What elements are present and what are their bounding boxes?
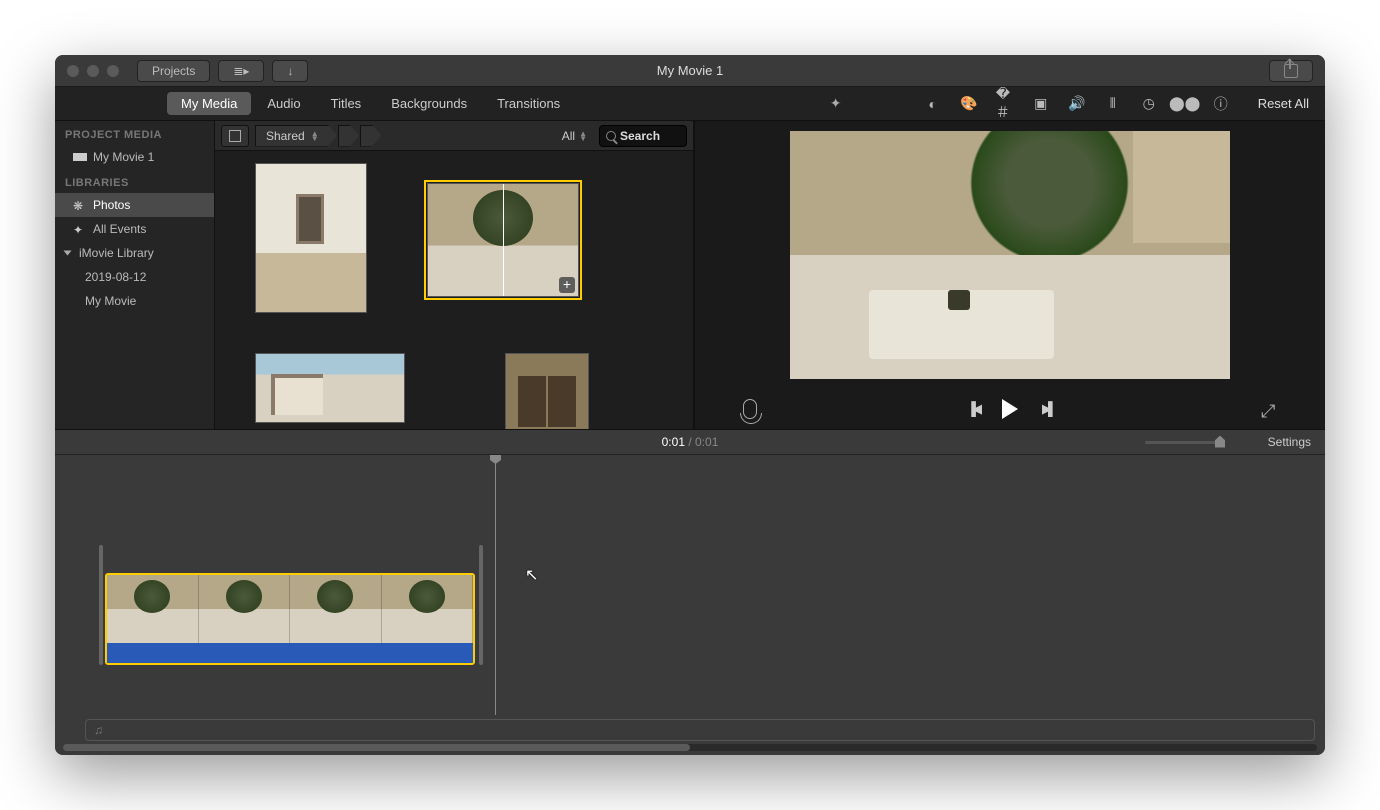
main-area: PROJECT MEDIA My Movie 1 LIBRARIES Photo… xyxy=(55,121,1325,429)
media-thumbnail-selected[interactable]: + xyxy=(427,183,579,297)
color-balance-icon[interactable]: ◐ xyxy=(924,95,942,113)
tab-audio[interactable]: Audio xyxy=(253,92,314,115)
playhead[interactable] xyxy=(495,455,496,715)
timeline-clip[interactable] xyxy=(105,573,475,665)
media-thumbnail[interactable] xyxy=(255,353,405,423)
clapper-icon xyxy=(73,153,87,161)
all-events-label: All Events xyxy=(93,222,146,236)
sidebar-item-my-movie[interactable]: My Movie xyxy=(55,289,214,313)
filter-label: All xyxy=(562,129,575,143)
timeline[interactable]: ↖ xyxy=(55,455,1325,755)
zoom-window-icon[interactable] xyxy=(107,65,119,77)
transport-controls xyxy=(695,389,1325,429)
window-controls xyxy=(67,65,119,77)
search-input[interactable]: Search xyxy=(599,125,687,147)
reset-all-button[interactable]: Reset All xyxy=(1258,96,1309,111)
zoom-slider[interactable] xyxy=(1145,441,1225,444)
time-duration: 0:01 xyxy=(695,435,718,449)
clip-trim-handle-right[interactable] xyxy=(479,545,483,665)
list-view-button[interactable]: ≣▸ xyxy=(218,60,264,82)
projects-button[interactable]: Projects xyxy=(137,60,210,82)
music-note-icon xyxy=(94,721,103,739)
thumbnail-grid: + xyxy=(215,151,693,429)
noise-reduction-icon[interactable]: ⦀ xyxy=(1104,95,1122,113)
mouse-cursor-icon: ↖ xyxy=(525,565,538,585)
enhance-icon[interactable] xyxy=(830,95,848,113)
media-tabs: My Media Audio Titles Backgrounds Transi… xyxy=(167,92,574,115)
sidebar: PROJECT MEDIA My Movie 1 LIBRARIES Photo… xyxy=(55,121,215,429)
timeline-bar: 0:01 / 0:01 Settings xyxy=(55,429,1325,455)
breadcrumb-label: Shared xyxy=(266,129,305,143)
tab-backgrounds[interactable]: Backgrounds xyxy=(377,92,481,115)
updown-icon: ▲▼ xyxy=(579,131,587,141)
settings-button[interactable]: Settings xyxy=(1268,435,1311,449)
titlebar: Projects ≣▸ ↓ My Movie 1 xyxy=(55,55,1325,87)
clip-audio-track[interactable] xyxy=(107,643,473,663)
color-correction-icon[interactable]: 🎨 xyxy=(960,95,978,113)
tab-my-media[interactable]: My Media xyxy=(167,92,251,115)
fullscreen-icon[interactable] xyxy=(1261,401,1277,417)
toolbar-row: My Media Audio Titles Backgrounds Transi… xyxy=(55,87,1325,121)
volume-icon[interactable]: 🔊 xyxy=(1068,95,1086,113)
left-pane: PROJECT MEDIA My Movie 1 LIBRARIES Photo… xyxy=(55,121,695,429)
share-button[interactable] xyxy=(1269,60,1313,82)
sidebar-item-event-date[interactable]: 2019-08-12 xyxy=(55,265,214,289)
tab-titles[interactable]: Titles xyxy=(317,92,376,115)
libraries-header: LIBRARIES xyxy=(55,169,214,193)
import-button[interactable]: ↓ xyxy=(272,60,308,82)
previous-button[interactable] xyxy=(967,400,978,418)
minimize-window-icon[interactable] xyxy=(87,65,99,77)
preview-image xyxy=(790,131,1230,379)
breadcrumb-next[interactable] xyxy=(338,125,360,147)
breadcrumb-next-2[interactable] xyxy=(360,125,382,147)
viewer-pane xyxy=(695,121,1325,429)
voiceover-icon[interactable] xyxy=(743,399,757,419)
photos-label: Photos xyxy=(93,198,130,212)
filters-icon[interactable]: ⬤⬤ xyxy=(1176,95,1194,113)
browser-bar: Shared ▲▼ All ▲▼ Search xyxy=(215,121,693,151)
background-audio-track[interactable] xyxy=(85,719,1315,741)
media-browser: Shared ▲▼ All ▲▼ Search xyxy=(215,121,693,429)
stabilization-icon[interactable]: ▣ xyxy=(1032,95,1050,113)
viewer-tools: ◐ 🎨 �＃ ▣ 🔊 ⦀ ◷ ⬤⬤ ⓘ Reset All xyxy=(830,95,1315,113)
breadcrumb-shared[interactable]: Shared ▲▼ xyxy=(255,125,338,147)
sidebar-item-project[interactable]: My Movie 1 xyxy=(55,145,214,169)
updown-icon: ▲▼ xyxy=(311,131,319,141)
close-window-icon[interactable] xyxy=(67,65,79,77)
search-icon xyxy=(606,131,616,141)
event-movie-label: My Movie xyxy=(85,294,136,308)
next-button[interactable] xyxy=(1042,400,1053,418)
project-name-label: My Movie 1 xyxy=(93,150,154,164)
clip-trim-handle-left[interactable] xyxy=(99,545,103,665)
timeline-scrollbar[interactable] xyxy=(63,744,1317,751)
photos-icon xyxy=(73,199,87,211)
star-icon xyxy=(73,223,87,235)
share-icon xyxy=(1284,64,1298,78)
timecode: 0:01 / 0:01 xyxy=(662,435,719,449)
imovie-library-label: iMovie Library xyxy=(79,246,154,260)
app-window: Projects ≣▸ ↓ My Movie 1 My Media Audio … xyxy=(55,55,1325,755)
search-placeholder: Search xyxy=(620,129,660,143)
media-thumbnail[interactable] xyxy=(505,353,589,429)
sidebar-item-all-events[interactable]: All Events xyxy=(55,217,214,241)
speed-icon[interactable]: ◷ xyxy=(1140,95,1158,113)
time-current: 0:01 xyxy=(662,435,685,449)
info-icon[interactable]: ⓘ xyxy=(1212,95,1230,113)
media-thumbnail[interactable] xyxy=(255,163,367,313)
add-to-timeline-icon[interactable]: + xyxy=(559,277,575,293)
sidebar-item-photos[interactable]: Photos xyxy=(55,193,214,217)
play-button[interactable] xyxy=(1002,399,1018,419)
sidebar-item-imovie-library[interactable]: iMovie Library xyxy=(55,241,214,265)
layout-toggle-button[interactable] xyxy=(221,125,249,147)
event-date-label: 2019-08-12 xyxy=(85,270,146,284)
disclosure-triangle-icon[interactable] xyxy=(64,251,72,256)
scrubber-line xyxy=(503,184,504,296)
project-media-header: PROJECT MEDIA xyxy=(55,121,214,145)
preview-viewer[interactable] xyxy=(695,121,1325,389)
crop-icon[interactable]: �＃ xyxy=(996,95,1014,113)
clip-frames xyxy=(107,575,473,643)
tab-transitions[interactable]: Transitions xyxy=(483,92,574,115)
time-sep: / xyxy=(685,435,695,449)
filter-dropdown[interactable]: All ▲▼ xyxy=(556,129,593,143)
